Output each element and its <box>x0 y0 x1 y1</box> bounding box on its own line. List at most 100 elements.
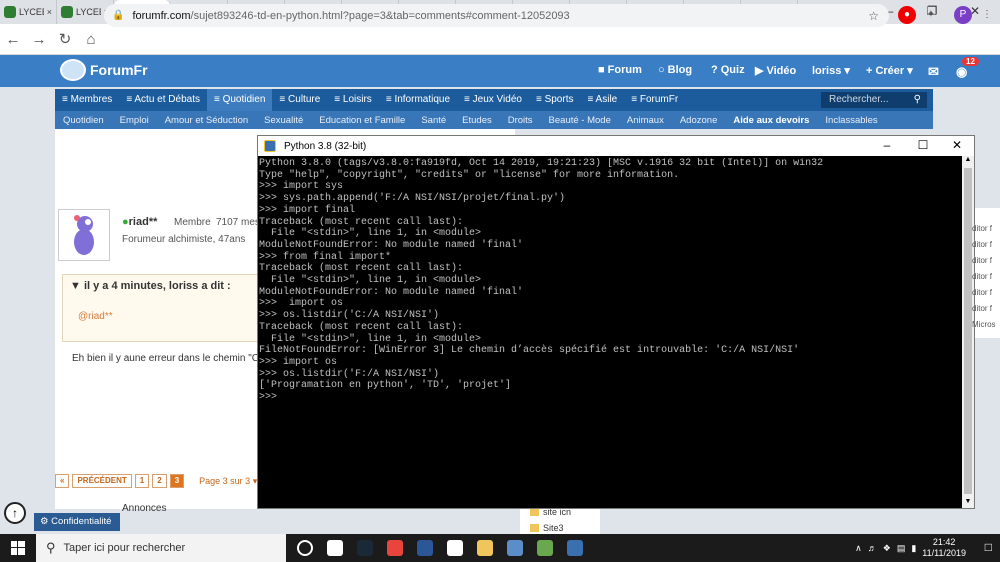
console-output[interactable]: Python 3.8.0 (tags/v3.8.0:fa919fd, Oct 1… <box>259 158 961 508</box>
console-line: Traceback (most recent call last): <box>259 263 464 275</box>
python-console-window[interactable]: Python 3.8 (32-bit) – ☐ ✕ Python 3.8.0 (… <box>257 135 975 509</box>
volume-icon[interactable]: ♬ <box>868 543 877 553</box>
profile-avatar[interactable]: P <box>954 6 972 24</box>
main-nav-label: Informatique <box>394 94 451 105</box>
console-line: >>> sys.path.append('F:/A NSI/NSI/projet… <box>259 193 566 205</box>
bookmark-star-icon[interactable]: ☆ <box>868 9 879 23</box>
game-icon[interactable] <box>530 534 560 562</box>
cortana-icon[interactable] <box>290 534 320 562</box>
python-icon[interactable] <box>560 534 590 562</box>
battery-icon[interactable]: ▮ <box>911 543 916 554</box>
forward-icon[interactable]: → <box>26 31 52 48</box>
taskbar-search-box[interactable]: ⚲ Taper ici pour rechercher <box>36 534 286 562</box>
sub-nav-item[interactable]: Aide aux devoirs <box>725 115 817 126</box>
console-line: ModuleNotFoundError: No module named 'fi… <box>259 286 524 298</box>
main-nav-item[interactable]: ≡ Sports <box>529 89 581 111</box>
settings-icon-glyph <box>447 540 463 556</box>
extension-icon[interactable]: ✦ <box>922 6 940 24</box>
explorer-icon[interactable] <box>470 534 500 562</box>
page-3-button[interactable]: 3 <box>169 474 185 488</box>
browser-tab[interactable]: LYCEE C× <box>0 0 57 24</box>
reload-icon[interactable]: ↻ <box>52 30 78 48</box>
tab-favicon-icon <box>61 6 73 18</box>
header-link-blog[interactable]: ○ Blog <box>658 64 692 76</box>
scroll-up-icon[interactable]: ▲ <box>962 156 974 166</box>
main-nav-item[interactable]: ≡ Jeux Vidéo <box>457 89 529 111</box>
back-icon[interactable]: ← <box>0 31 26 48</box>
python-minimize-button[interactable]: – <box>870 136 904 156</box>
sub-nav-item[interactable]: Emploi <box>112 115 157 126</box>
site-search-input[interactable]: Rechercher... ⚲ <box>821 92 927 108</box>
avatar[interactable] <box>58 209 110 261</box>
python-maximize-button[interactable]: ☐ <box>906 136 940 156</box>
network-icon[interactable]: ▤ <box>897 543 906 554</box>
main-nav-item[interactable]: ≡ ForumFr <box>624 89 685 111</box>
settings-icon[interactable] <box>440 534 470 562</box>
sub-nav-item[interactable]: Education et Famille <box>311 115 413 126</box>
page-2-button[interactable]: 2 <box>152 474 167 488</box>
first-page-button[interactable]: « <box>55 474 70 488</box>
header-link-quiz[interactable]: ? Quiz <box>711 64 745 76</box>
notifications-icon[interactable]: ◉ <box>956 64 967 80</box>
header-link-video[interactable]: ▶ Vidéo <box>755 64 796 78</box>
sub-nav-item[interactable]: Santé <box>413 115 454 126</box>
chevron-down-icon[interactable]: ▼ <box>70 280 81 292</box>
main-nav-item[interactable]: ≡ Membres <box>55 89 119 111</box>
sub-nav-item[interactable]: Etudes <box>454 115 500 126</box>
sub-nav-item[interactable]: Amour et Séduction <box>157 115 256 126</box>
background-list-item: ditor f <box>972 304 993 313</box>
main-nav-item[interactable]: ≡ Actu et Débats <box>119 89 207 111</box>
sub-nav-item[interactable]: Adozone <box>672 115 726 126</box>
sub-nav-item[interactable]: Animaux <box>619 115 672 126</box>
previous-page-button[interactable]: PRÉCÉDENT <box>72 474 132 488</box>
post-author-name[interactable]: ●riad** <box>122 216 157 228</box>
bluetooth-icon[interactable]: ❖ <box>883 543 891 554</box>
extension-icon[interactable]: ● <box>898 6 916 24</box>
word-icon[interactable] <box>410 534 440 562</box>
privacy-settings-button[interactable]: ⚙ Confidentialité <box>34 513 120 531</box>
address-bar[interactable]: 🔒 forumfr.com/sujet893246-td-en-python.h… <box>104 4 889 27</box>
steam-icon[interactable] <box>350 534 380 562</box>
sub-nav-item[interactable]: Droits <box>500 115 541 126</box>
chrome-icon[interactable] <box>380 534 410 562</box>
main-nav-item[interactable]: ≡ Asile <box>580 89 624 111</box>
header-create-button[interactable]: + Créer ▾ <box>866 64 913 78</box>
home-icon[interactable]: ⌂ <box>78 31 104 48</box>
sub-nav-item[interactable]: Inclassables <box>817 115 885 126</box>
clock[interactable]: 21:42 11/11/2019 <box>922 537 966 559</box>
start-button[interactable] <box>0 534 36 562</box>
main-nav-item[interactable]: ≡ Quotidien <box>206 89 273 111</box>
main-nav-label: Jeux Vidéo <box>472 94 522 105</box>
page-1-button[interactable]: 1 <box>134 474 150 488</box>
search-icon[interactable]: ⚲ <box>914 92 921 108</box>
sub-nav-item[interactable]: Beauté - Mode <box>541 115 619 126</box>
main-nav-item[interactable]: ≡ Culture <box>272 89 327 111</box>
scrollbar-thumb[interactable] <box>964 168 972 494</box>
header-link-forum[interactable]: ■ Forum <box>598 64 642 76</box>
console-scrollbar[interactable]: ▲ ▼ <box>962 156 974 508</box>
scroll-down-icon[interactable]: ▼ <box>962 498 974 508</box>
main-nav-item[interactable]: ≡ Informatique <box>379 89 457 111</box>
sub-nav-item[interactable]: Sexualité <box>256 115 311 126</box>
task-view-icon[interactable] <box>320 534 350 562</box>
sub-nav-item[interactable]: Quotidien <box>55 115 112 126</box>
python-window-titlebar[interactable]: Python 3.8 (32-bit) – ☐ ✕ <box>258 136 974 156</box>
main-nav-item[interactable]: ≡ Loisirs <box>327 89 379 111</box>
menu-icon[interactable]: ⋮ <box>978 6 996 24</box>
scroll-to-top-icon[interactable]: ↑ <box>4 502 26 524</box>
close-tab-icon[interactable]: × <box>47 7 52 17</box>
photos-icon[interactable] <box>500 534 530 562</box>
quote-body[interactable]: @riad** <box>78 311 113 322</box>
header-user-menu[interactable]: loriss ▾ <box>812 64 850 78</box>
folder-item[interactable]: Site3 <box>530 523 564 533</box>
mail-icon[interactable]: ✉ <box>928 64 939 80</box>
site-logo[interactable]: ForumFr <box>60 59 148 81</box>
console-line: File "<stdin>", line 1, in <module> <box>259 275 482 287</box>
forum-icon: ■ <box>598 64 605 76</box>
page-selector[interactable]: Page 3 sur 3 ▾ <box>199 476 257 487</box>
chevron-up-icon[interactable]: ∧ <box>855 543 862 554</box>
notifications-icon[interactable]: □ <box>985 540 992 554</box>
browser-toolbar: ← → ↻ ⌂ <box>0 24 1000 55</box>
python-close-button[interactable]: ✕ <box>940 136 974 156</box>
main-nav-label: Culture <box>288 94 321 105</box>
